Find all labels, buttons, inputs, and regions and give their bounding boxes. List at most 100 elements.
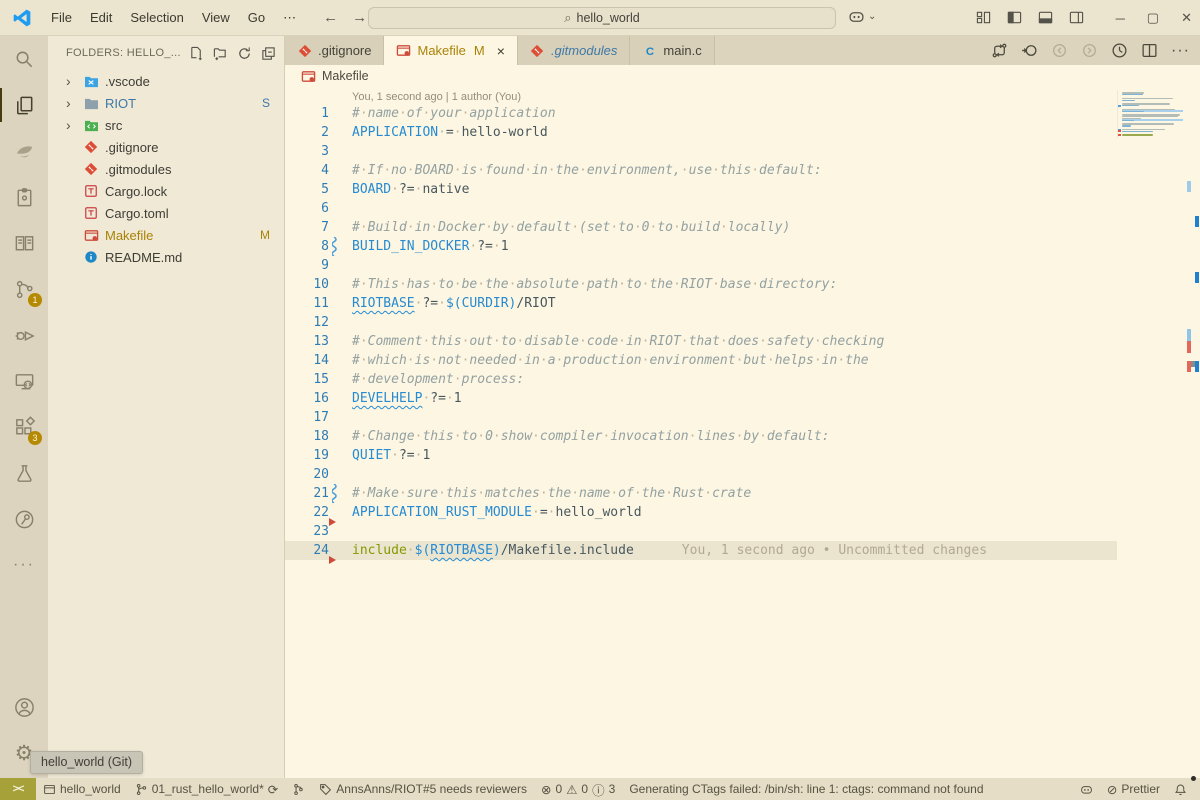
breadcrumb[interactable]: Makefile [285,65,1200,87]
window-close-button[interactable]: ✕ [1181,10,1192,26]
breadcrumb-item-makefile[interactable]: Makefile [322,69,369,83]
code-line-2[interactable]: 2APPLICATION·=·hello-world [285,123,1200,142]
file-name: Cargo.lock [105,184,284,199]
menu-selection[interactable]: Selection [121,10,192,26]
codelens-blame[interactable]: You, 1 second ago | 1 author (You) [352,91,1200,103]
extension-bird-icon[interactable] [0,128,48,174]
code-line-14[interactable]: 14#·which·is·not·needed·in·a·production·… [285,351,1200,370]
code-line-9[interactable]: 9 [285,256,1200,275]
search-input[interactable]: ⌕ hello_world [368,7,836,29]
nav-forward-icon[interactable]: → [352,9,367,26]
more-actions-icon[interactable]: ··· [1171,42,1190,60]
prev-change-icon[interactable] [1051,42,1068,59]
tree-item-src[interactable]: ›src [48,114,284,136]
menu-edit[interactable]: Edit [81,10,121,26]
tab--gitmodules[interactable]: .gitmodules [518,36,630,65]
search-view-icon[interactable] [0,36,48,82]
menu-file[interactable]: File [42,10,81,26]
code-line-5[interactable]: 5BOARD·?=·native [285,180,1200,199]
prettier-status-item[interactable]: ⊘ Prettier [1100,778,1167,800]
branch-status-item[interactable]: 01_rust_hello_world* ⟳ [128,778,286,800]
code-line-21[interactable]: 21#·Make·sure·this·matches·the·name·of·t… [285,484,1200,503]
code-line-18[interactable]: 18#·Change·this·to·0·show·compiler·invoc… [285,427,1200,446]
new-file-icon[interactable] [189,46,204,61]
undo-icon[interactable] [1021,42,1038,59]
tree-item-riot[interactable]: ›RIOTS [48,92,284,114]
more-views-icon[interactable]: ··· [0,542,48,588]
new-folder-icon[interactable] [213,46,228,61]
menu-view[interactable]: View [193,10,239,26]
folders-section-title[interactable]: FOLDERS: HELLO_... [66,47,189,59]
customize-layout-icon[interactable] [976,10,991,25]
window-maximize-button[interactable]: ▢ [1147,10,1159,26]
next-change-icon[interactable] [1081,42,1098,59]
refresh-icon[interactable] [237,46,252,61]
collapse-all-icon[interactable] [261,46,276,61]
code-line-7[interactable]: 7#·Build·in·Docker·by·default·(set·to·0·… [285,218,1200,237]
tree-item-readme-md[interactable]: README.md [48,246,284,268]
remote-explorer-view-icon[interactable] [0,358,48,404]
copilot-menu[interactable]: ⌄ [848,8,876,25]
tree-item-makefile[interactable]: MakefileM [48,224,284,246]
minimap[interactable] [1117,90,1183,138]
accounts-icon[interactable] [0,684,48,730]
nav-back-icon[interactable]: ← [323,9,338,26]
file-history-clock-icon[interactable] [1111,42,1128,59]
menu-[interactable]: ⋯ [274,10,305,26]
tab--gitignore[interactable]: .gitignore [285,36,384,65]
split-editor-icon[interactable] [1141,42,1158,59]
code-line-11[interactable]: 11RIOTBASE·?=·$(CURDIR)/RIOT [285,294,1200,313]
ctags-message[interactable]: Generating CTags failed: /bin/sh: line 1… [622,778,990,800]
code-line-23[interactable]: 23 [285,522,1200,541]
tree-item-cargo-toml[interactable]: Cargo.toml [48,202,284,224]
gutter [329,522,352,541]
toggle-sidebar-icon[interactable] [1007,10,1022,25]
code-line-1[interactable]: 1#·name·of·your·application [285,104,1200,123]
run-debug-view-icon[interactable] [0,312,48,358]
notifications-status-item[interactable] [1167,778,1194,800]
editor[interactable]: You, 1 second ago | 1 author (You) 1#·na… [285,87,1200,778]
tab-main-c[interactable]: Cmain.c [630,36,714,65]
code-line-4[interactable]: 4#·If·no·BOARD·is·found·in·the·environme… [285,161,1200,180]
project-clipboard-icon[interactable] [0,174,48,220]
window-minimize-button[interactable]: ─ [1116,11,1125,26]
code-line-19[interactable]: 19QUIET·?=·1 [285,446,1200,465]
code-line-20[interactable]: 20 [285,465,1200,484]
remote-indicator[interactable]: >< [0,778,36,800]
problems-status-item[interactable]: ⊗ 0 ⚠ 0 ⓘ 3 [534,778,622,800]
code-text: #·Make·sure·this·matches·the·name·of·the… [352,484,751,503]
code-line-24[interactable]: 24include·$(RIOTBASE)/Makefile.includeYo… [285,541,1200,560]
source-control-view-icon[interactable]: 1 [0,266,48,312]
code-line-3[interactable]: 3 [285,142,1200,161]
menu-go[interactable]: Go [239,10,274,26]
code-line-6[interactable]: 6 [285,199,1200,218]
tree-item--vscode[interactable]: ›.vscode [48,70,284,92]
open-changes-icon[interactable] [991,42,1008,59]
code-line-13[interactable]: 13#·Comment·this·out·to·disable·code·in·… [285,332,1200,351]
code-line-16[interactable]: 16DEVELHELP·?=·1 [285,389,1200,408]
toggle-panel-icon[interactable] [1038,10,1053,25]
pr-status-item[interactable]: AnnsAnns/RIOT#5 needs reviewers [312,778,534,800]
toggle-secondary-sidebar-icon[interactable] [1069,10,1084,25]
extensions-view-icon[interactable]: 3 [0,404,48,450]
docs-book-icon[interactable] [0,220,48,266]
explorer-view-icon[interactable] [0,82,48,128]
overview-ruler[interactable] [1186,87,1200,778]
code-line-22[interactable]: 22APPLICATION_RUST_MODULE·=·hello_world [285,503,1200,522]
code-line-15[interactable]: 15#·development·process: [285,370,1200,389]
code-line-10[interactable]: 10#·This·has·to·be·the·absolute·path·to·… [285,275,1200,294]
tree-item--gitignore[interactable]: .gitignore [48,136,284,158]
tab-close-icon[interactable]: × [497,43,505,59]
code-line-17[interactable]: 17 [285,408,1200,427]
tree-item--gitmodules[interactable]: .gitmodules [48,158,284,180]
copilot-status-item[interactable] [1073,778,1100,800]
code-line-12[interactable]: 12 [285,313,1200,332]
tag-icon [319,783,332,796]
testing-flask-icon[interactable] [0,450,48,496]
scm-graph-status-item[interactable] [285,778,312,800]
tree-item-cargo-lock[interactable]: Cargo.lock [48,180,284,202]
code-line-8[interactable]: 8BUILD_IN_DOCKER·?=·1 [285,237,1200,256]
workspace-status-item[interactable]: hello_world [36,778,128,800]
gitlens-compass-icon[interactable] [0,496,48,542]
tab-makefile[interactable]: MakefileM× [384,36,517,65]
